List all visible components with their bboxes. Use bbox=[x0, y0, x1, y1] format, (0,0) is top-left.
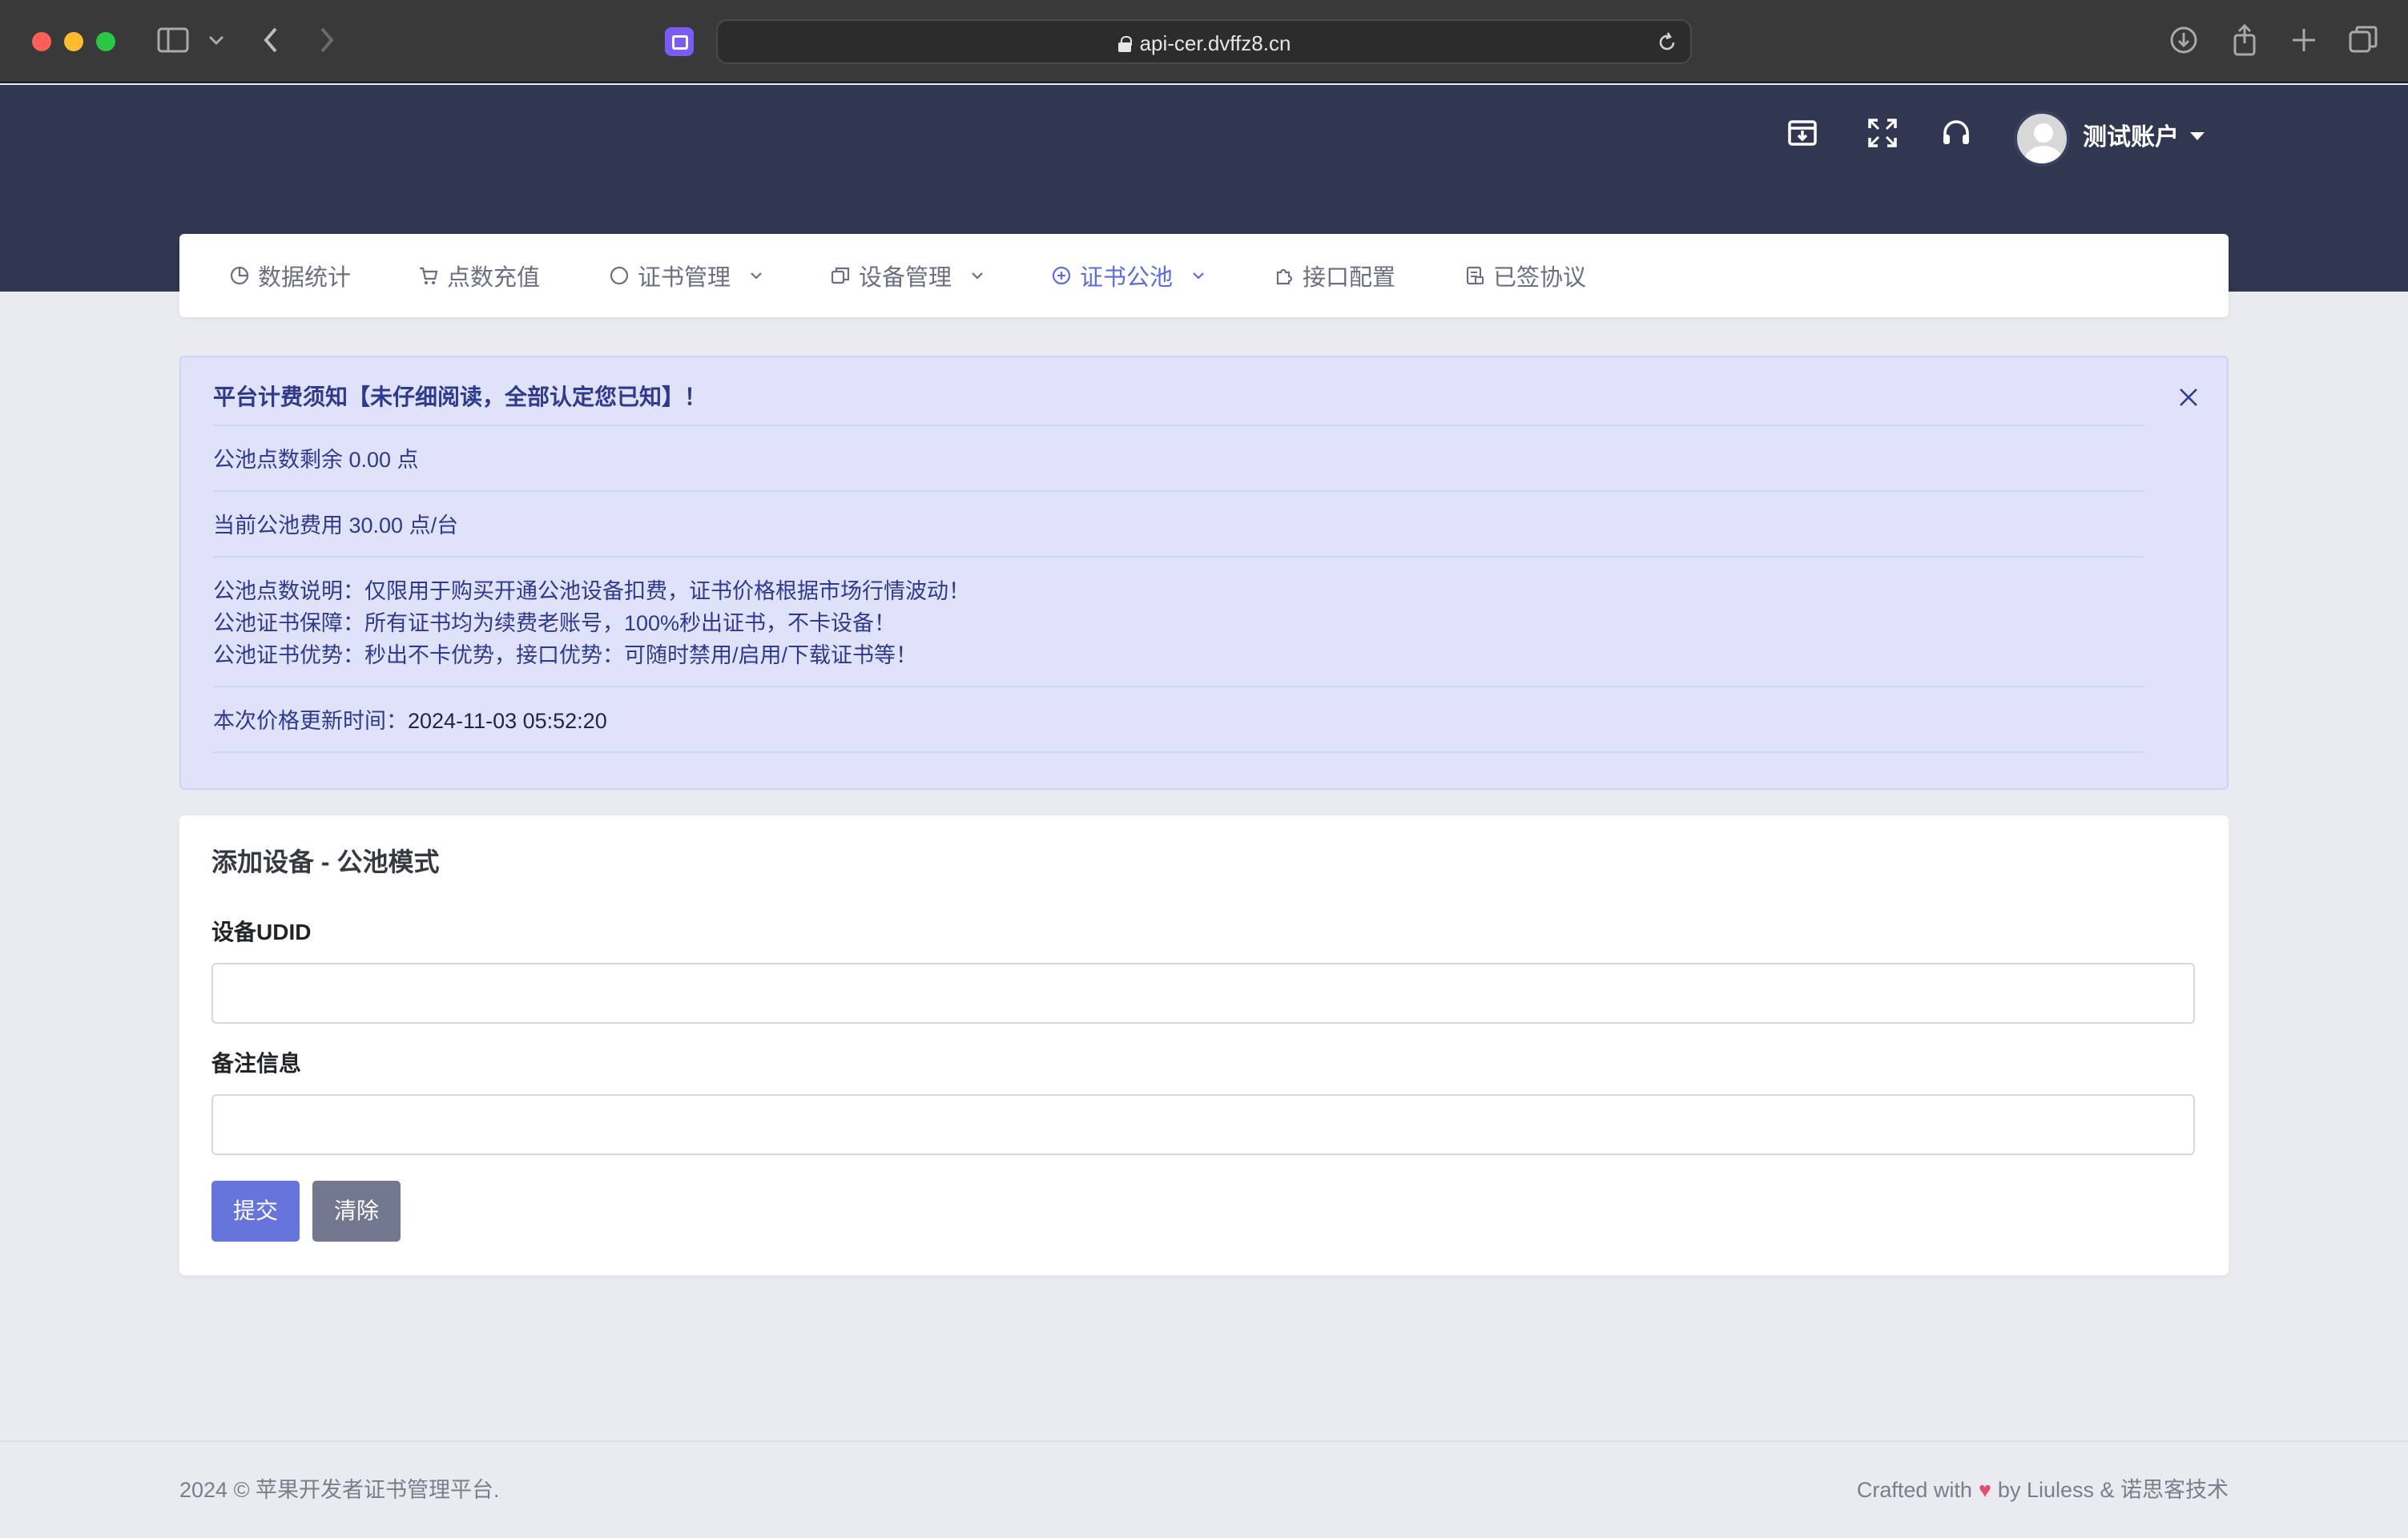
notice-fee: 当前公池费用 30.00 点/台 bbox=[213, 513, 459, 537]
heart-icon: ♥ bbox=[1978, 1478, 1991, 1502]
nav-item-label: 数据统计 bbox=[258, 265, 352, 291]
footer-copyright: 2024 © 苹果开发者证书管理平台. bbox=[179, 1478, 500, 1502]
notice-desc-2: 公池证书保障：所有证书均为续费老账号，100%秒出证书，不卡设备！ bbox=[213, 611, 896, 635]
sidebar-toggle-icon[interactable] bbox=[155, 22, 191, 58]
lock-icon bbox=[1117, 36, 1132, 52]
nav-item-recharge[interactable]: 点数充值 bbox=[418, 234, 540, 317]
credits-suffix: by Liuless & 诺思客技术 bbox=[1997, 1478, 2229, 1502]
notice-updated: 本次价格更新时间：2024-11-03 05:52:20 bbox=[213, 705, 607, 737]
credits-prefix: Crafted with bbox=[1856, 1478, 1972, 1502]
chevron-down-icon bbox=[751, 272, 762, 280]
nav-item-api-config[interactable]: 接口配置 bbox=[1274, 234, 1395, 317]
notice-title: 平台计费须知【未仔细阅读，全部认定您已知】！ bbox=[213, 384, 707, 409]
divider bbox=[213, 751, 2144, 753]
extension-icon[interactable] bbox=[665, 27, 694, 56]
submit-button[interactable]: 提交 bbox=[211, 1181, 300, 1242]
nav-item-label: 证书公池 bbox=[1080, 265, 1174, 291]
certificate-icon bbox=[610, 266, 629, 285]
address-bar[interactable]: api-cer.dvffz8.cn bbox=[716, 19, 1692, 64]
avatar[interactable] bbox=[2014, 111, 2070, 167]
divider bbox=[213, 490, 2144, 492]
headset-icon[interactable] bbox=[1937, 114, 1975, 152]
notice-updated-value: 2024-11-03 05:52:20 bbox=[408, 709, 607, 733]
caret-down-icon[interactable] bbox=[2190, 132, 2205, 140]
close-window-button[interactable] bbox=[32, 32, 51, 51]
device-icon bbox=[831, 267, 850, 284]
udid-input[interactable] bbox=[211, 963, 2195, 1024]
forward-icon[interactable] bbox=[312, 22, 341, 58]
notice-updated-label: 本次价格更新时间： bbox=[213, 709, 408, 733]
chevron-down-icon bbox=[972, 272, 983, 280]
pie-chart-icon bbox=[230, 266, 249, 285]
nav-item-label: 点数充值 bbox=[447, 265, 541, 291]
notice-desc-1: 公池点数说明：仅限用于购买开通公池设备扣费，证书价格根据市场行情波动！ bbox=[213, 579, 970, 603]
user-name[interactable]: 测试账户 bbox=[2083, 123, 2179, 152]
nav-item-agreements[interactable]: 已签协议 bbox=[1464, 234, 1586, 317]
maximize-window-button[interactable] bbox=[96, 32, 115, 51]
remark-label: 备注信息 bbox=[211, 1051, 302, 1076]
cart-icon bbox=[420, 267, 438, 284]
clear-button[interactable]: 清除 bbox=[312, 1181, 401, 1242]
close-icon[interactable] bbox=[2177, 386, 2200, 409]
chevron-down-icon bbox=[1193, 272, 1204, 280]
browser-toolbar: api-cer.dvffz8.cn bbox=[0, 0, 2408, 83]
udid-label: 设备UDID bbox=[211, 920, 312, 944]
notice-balance: 公池点数剩余 0.00 点 bbox=[213, 448, 419, 472]
document-icon bbox=[1466, 266, 1484, 285]
tab-overview-icon[interactable] bbox=[2346, 22, 2381, 58]
nav-item-label: 已签协议 bbox=[1493, 265, 1587, 291]
divider bbox=[213, 686, 2144, 687]
url-text: api-cer.dvffz8.cn bbox=[1139, 31, 1291, 55]
billing-notice: 平台计费须知【未仔细阅读，全部认定您已知】！ 公池点数剩余 0.00 点 当前公… bbox=[179, 356, 2229, 790]
nav-item-label: 接口配置 bbox=[1303, 265, 1396, 291]
nav-item-stats[interactable]: 数据统计 bbox=[229, 234, 351, 317]
new-tab-icon[interactable] bbox=[2286, 22, 2321, 58]
nav-item-public-pool[interactable]: 证书公池 bbox=[1051, 234, 1214, 317]
chevron-down-icon[interactable] bbox=[205, 22, 228, 58]
downloads-icon[interactable] bbox=[2166, 22, 2201, 58]
remark-input[interactable] bbox=[211, 1094, 2195, 1155]
notice-desc-3: 公池证书优势：秒出不卡优势，接口优势：可随时禁用/启用/下载证书等！ bbox=[213, 643, 918, 667]
divider bbox=[213, 556, 2144, 558]
card-title: 添加设备 - 公池模式 bbox=[211, 848, 440, 876]
fullscreen-icon[interactable] bbox=[1863, 114, 1902, 152]
nav-item-certificates[interactable]: 证书管理 bbox=[609, 234, 772, 317]
add-device-card: 添加设备 - 公池模式 设备UDID 备注信息 提交 清除 bbox=[179, 815, 2229, 1275]
nav-item-devices[interactable]: 设备管理 bbox=[830, 234, 993, 317]
puzzle-icon bbox=[1276, 268, 1293, 285]
reload-icon[interactable] bbox=[1655, 30, 1679, 54]
footer: 2024 © 苹果开发者证书管理平台. Crafted with ♥ by Liul… bbox=[0, 1440, 2408, 1538]
plus-circle-icon bbox=[1052, 266, 1071, 285]
minimize-window-button[interactable] bbox=[64, 32, 83, 51]
back-icon[interactable] bbox=[256, 22, 285, 58]
nav-item-label: 证书管理 bbox=[638, 265, 731, 291]
share-icon[interactable] bbox=[2227, 22, 2262, 58]
divider bbox=[213, 425, 2144, 426]
archive-icon[interactable] bbox=[1783, 114, 1822, 152]
main-nav: 数据统计 点数充值 证书管理 设备管理 证书公池 接口配置 已签协议 bbox=[179, 234, 2229, 317]
nav-item-label: 设备管理 bbox=[859, 265, 952, 291]
footer-credits: Crafted with ♥ by Liuless & 诺思客技术 bbox=[1857, 1476, 2229, 1504]
